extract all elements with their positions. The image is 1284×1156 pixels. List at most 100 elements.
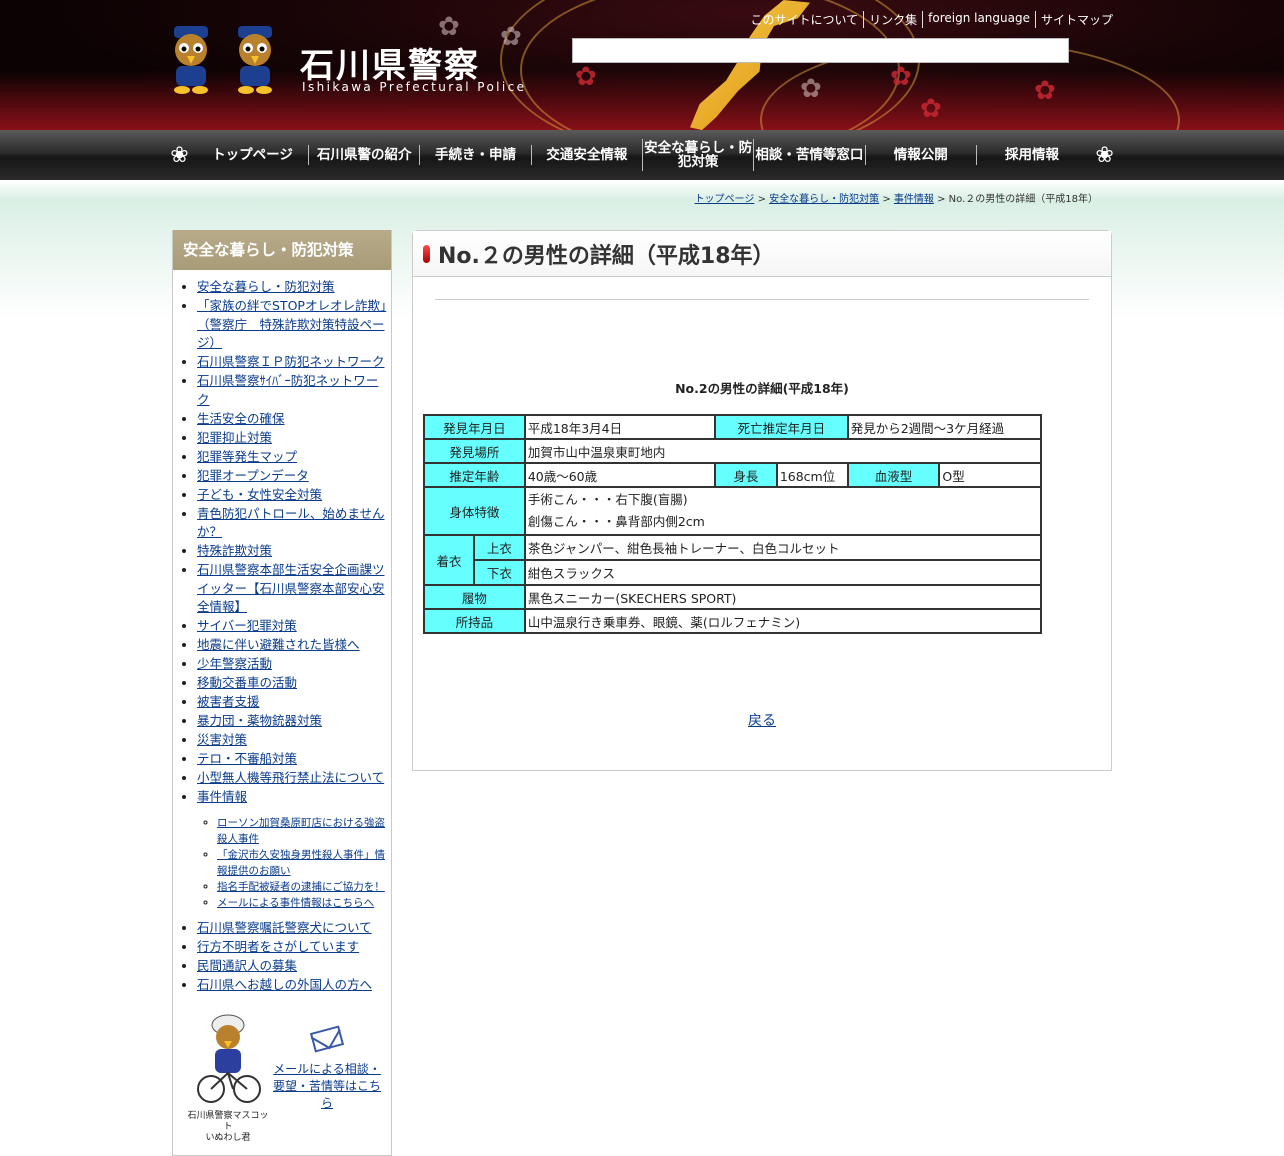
table-row: 推定年齢 40歳〜60歳 身長 168cm位 血液型 O型 bbox=[423, 462, 1042, 488]
plum-flower-icon: ✿ bbox=[438, 12, 460, 42]
top-link-sitemap[interactable]: サイトマップ bbox=[1034, 11, 1118, 28]
plum-flower-icon: ✿ bbox=[890, 62, 912, 92]
sidebar-link[interactable]: 移動交番車の活動 bbox=[197, 675, 297, 690]
list-item: 「家族の絆でSTOPオレオレ詐欺」（警察庁 特殊詐欺対策特設ページ） bbox=[197, 297, 387, 353]
nav-item-disclosure[interactable]: 情報公開 bbox=[864, 145, 976, 165]
list-item: 犯罪オープンデータ bbox=[197, 467, 387, 486]
plum-flower-icon: ✿ bbox=[1034, 76, 1056, 106]
sidebar-link[interactable]: 暴力団・薬物銃器対策 bbox=[197, 713, 322, 728]
sidebar-link[interactable]: 子ども・女性安全対策 bbox=[197, 487, 322, 502]
sidebar-submenu: ローソン加賀桑原町店における強盗殺人事件 「金沢市久安独身男性殺人事件」情報提供… bbox=[197, 807, 387, 919]
list-item: 地震に伴い避難された皆様へ bbox=[197, 636, 387, 655]
breadcrumb-separator: > bbox=[882, 194, 891, 205]
plum-flower-icon: ✿ bbox=[920, 94, 942, 124]
nav-item-traffic[interactable]: 交通安全情報 bbox=[530, 145, 642, 165]
list-item: 被害者支援 bbox=[197, 693, 387, 712]
breadcrumb-link-top[interactable]: トップページ bbox=[695, 194, 755, 205]
mail-banner: メールによる相談・要望・苦情等はこちら bbox=[271, 1011, 383, 1144]
list-item: 行方不明者をさがしています bbox=[197, 938, 387, 957]
sidebar-link[interactable]: 石川県警察ＩＰ防犯ネットワーク bbox=[197, 354, 385, 369]
mascot-caption: 石川県警察マスコット いぬわし君 bbox=[187, 1110, 269, 1143]
list-item: 指名手配被疑者の逮捕にご協力を！ bbox=[217, 879, 387, 895]
site-subtitle: Ishikawa Prefectural Police bbox=[302, 80, 527, 94]
plum-flower-icon: ✿ bbox=[575, 62, 597, 92]
sidebar-link[interactable]: 石川県警察嘱託警察犬について bbox=[197, 920, 372, 935]
main-content: No.２の男性の詳細（平成18年） No.2の男性の詳細(平成18年) 発見年月… bbox=[412, 230, 1112, 771]
back-link[interactable]: 戻る bbox=[748, 713, 776, 729]
sidebar-link[interactable]: 災害対策 bbox=[197, 732, 247, 747]
mail-consultation-link[interactable]: メールによる相談・要望・苦情等はこちら bbox=[273, 1062, 381, 1110]
list-item: 生活安全の確保 bbox=[197, 410, 387, 429]
breadcrumb: トップページ > 安全な暮らし・防犯対策 > 事件情報 > No.２の男性の詳細… bbox=[695, 190, 1098, 205]
list-item: 犯罪抑止対策 bbox=[197, 429, 387, 448]
found-date-label: 発見年月日 bbox=[423, 414, 526, 440]
sidebar-sublink[interactable]: ローソン加賀桑原町店における強盗殺人事件 bbox=[217, 817, 385, 845]
sidebar-link[interactable]: 行方不明者をさがしています bbox=[197, 939, 359, 954]
list-item: 民間通訳人の募集 bbox=[197, 957, 387, 976]
breadcrumb-link-safety[interactable]: 安全な暮らし・防犯対策 bbox=[769, 194, 879, 205]
breadcrumb-link-incidents[interactable]: 事件情報 bbox=[894, 194, 934, 205]
sidebar-link[interactable]: 地震に伴い避難された皆様へ bbox=[197, 637, 360, 652]
page-header: No.２の男性の詳細（平成18年） bbox=[413, 231, 1111, 277]
sidebar-link[interactable]: 青色防犯パトロール、始めませんか？ bbox=[197, 506, 385, 540]
table-row: 履物 黒色スニーカー(SKECHERS SPORT) bbox=[423, 584, 1043, 610]
sidebar-link[interactable]: 小型無人機等飛行禁止法について bbox=[197, 770, 384, 785]
list-item: 青色防犯パトロール、始めませんか？ bbox=[197, 505, 387, 542]
lower-clothes-value: 紺色スラックス bbox=[523, 559, 1043, 586]
list-item: ローソン加賀桑原町店における強盗殺人事件 bbox=[217, 815, 387, 847]
sidebar-link[interactable]: 犯罪オープンデータ bbox=[197, 468, 309, 483]
sidebar-link[interactable]: 「家族の絆でSTOPオレオレ詐欺」（警察庁 特殊詐欺対策特設ページ） bbox=[197, 298, 386, 350]
nav-item-top[interactable]: トップページ bbox=[197, 145, 308, 165]
sidebar-link[interactable]: 犯罪抑止対策 bbox=[197, 430, 272, 445]
nav-item-consultation[interactable]: 相談・苦情等窓口 bbox=[753, 139, 864, 171]
shoes-value: 黒色スニーカー(SKECHERS SPORT) bbox=[523, 584, 1043, 610]
sidebar-sublink[interactable]: 「金沢市久安独身男性殺人事件」情報提供のお願い bbox=[217, 849, 385, 877]
sidebar-link[interactable]: 生活安全の確保 bbox=[197, 411, 285, 426]
list-item: 小型無人機等飛行禁止法について bbox=[197, 769, 387, 788]
top-link-about[interactable]: このサイトについて bbox=[745, 11, 863, 28]
sidebar-link[interactable]: サイバー犯罪対策 bbox=[197, 618, 297, 633]
person-detail-table: 発見年月日 平成18年3月4日 死亡推定年月日 発見から2週間〜3ケ月経過 発見… bbox=[423, 414, 1043, 634]
nav-item-about[interactable]: 石川県警の紹介 bbox=[308, 145, 419, 165]
nav-item-safety[interactable]: 安全な暮らし・防犯対策 bbox=[641, 139, 753, 171]
height-label: 身長 bbox=[714, 462, 778, 488]
sidebar-heading: 安全な暮らし・防犯対策 bbox=[173, 230, 391, 270]
sidebar-sublink[interactable]: 指名手配被疑者の逮捕にご協力を！ bbox=[217, 881, 385, 893]
list-item: 安全な暮らし・防犯対策 bbox=[197, 278, 387, 297]
nav-item-procedures[interactable]: 手続き・申請 bbox=[419, 145, 530, 165]
top-link-foreign-language[interactable]: foreign language bbox=[922, 11, 1035, 28]
list-item: サイバー犯罪対策 bbox=[197, 617, 387, 636]
sidebar-link[interactable]: 被害者支援 bbox=[197, 694, 260, 709]
sidebar-link[interactable]: 民間通訳人の募集 bbox=[197, 958, 297, 973]
features-line: 創傷こん・・・鼻背部内側2cm bbox=[527, 514, 705, 529]
sidebar-link[interactable]: 特殊詐欺対策 bbox=[197, 543, 272, 558]
search-input[interactable] bbox=[572, 38, 1069, 63]
clothes-label: 着衣 bbox=[425, 536, 475, 584]
place-label: 発見場所 bbox=[423, 438, 526, 464]
sidebar-sublink[interactable]: メールによる事件情報はこちらへ bbox=[217, 897, 374, 909]
sidebar-link[interactable]: 石川県へお越しの外国人の方へ bbox=[197, 977, 372, 992]
death-date-value: 発見から2週間〜3ケ月経過 bbox=[846, 414, 1043, 440]
sidebar-link-incidents[interactable]: 事件情報 bbox=[197, 789, 247, 804]
sidebar-link[interactable]: 犯罪等発生マップ bbox=[197, 449, 297, 464]
blood-type-label: 血液型 bbox=[846, 462, 941, 488]
sidebar-link[interactable]: テロ・不審船対策 bbox=[197, 751, 297, 766]
top-link-links[interactable]: リンク集 bbox=[863, 11, 922, 28]
sidebar-link[interactable]: 石川県警察ｻｲﾊﾞｰ防犯ネットワーク bbox=[197, 373, 378, 407]
height-value: 168cm位 bbox=[775, 462, 849, 488]
mascot-eagle-icon bbox=[174, 26, 208, 94]
sidebar-link[interactable]: 安全な暮らし・防犯対策 bbox=[197, 279, 335, 294]
age-value: 40歳〜60歳 bbox=[523, 462, 717, 488]
sidebar: 安全な暮らし・防犯対策 安全な暮らし・防犯対策 「家族の絆でSTOPオレオレ詐欺… bbox=[172, 230, 392, 1156]
nav-item-recruitment[interactable]: 採用情報 bbox=[975, 145, 1087, 165]
bullet-icon bbox=[423, 244, 430, 263]
sidebar-link[interactable]: 石川県警察本部生活安全企画課ツイッター【石川県警察本部安心安全情報】 bbox=[197, 562, 385, 614]
lower-clothes-label: 下衣 bbox=[486, 566, 512, 581]
sidebar-bottom: 石川県警察マスコット いぬわし君 メールによる相談・要望・苦情等はこちら bbox=[173, 1011, 391, 1144]
upper-clothes-value: 茶色ジャンパー、紺色長袖トレーナー、白色コルセット bbox=[523, 534, 1043, 561]
mascot-banner[interactable]: 石川県警察マスコット いぬわし君 bbox=[185, 1011, 271, 1144]
sidebar-link[interactable]: 少年警察活動 bbox=[197, 656, 272, 671]
list-item: 石川県警察ＩＰ防犯ネットワーク bbox=[197, 353, 387, 372]
age-label: 推定年齢 bbox=[423, 462, 526, 488]
list-item: 犯罪等発生マップ bbox=[197, 448, 387, 467]
